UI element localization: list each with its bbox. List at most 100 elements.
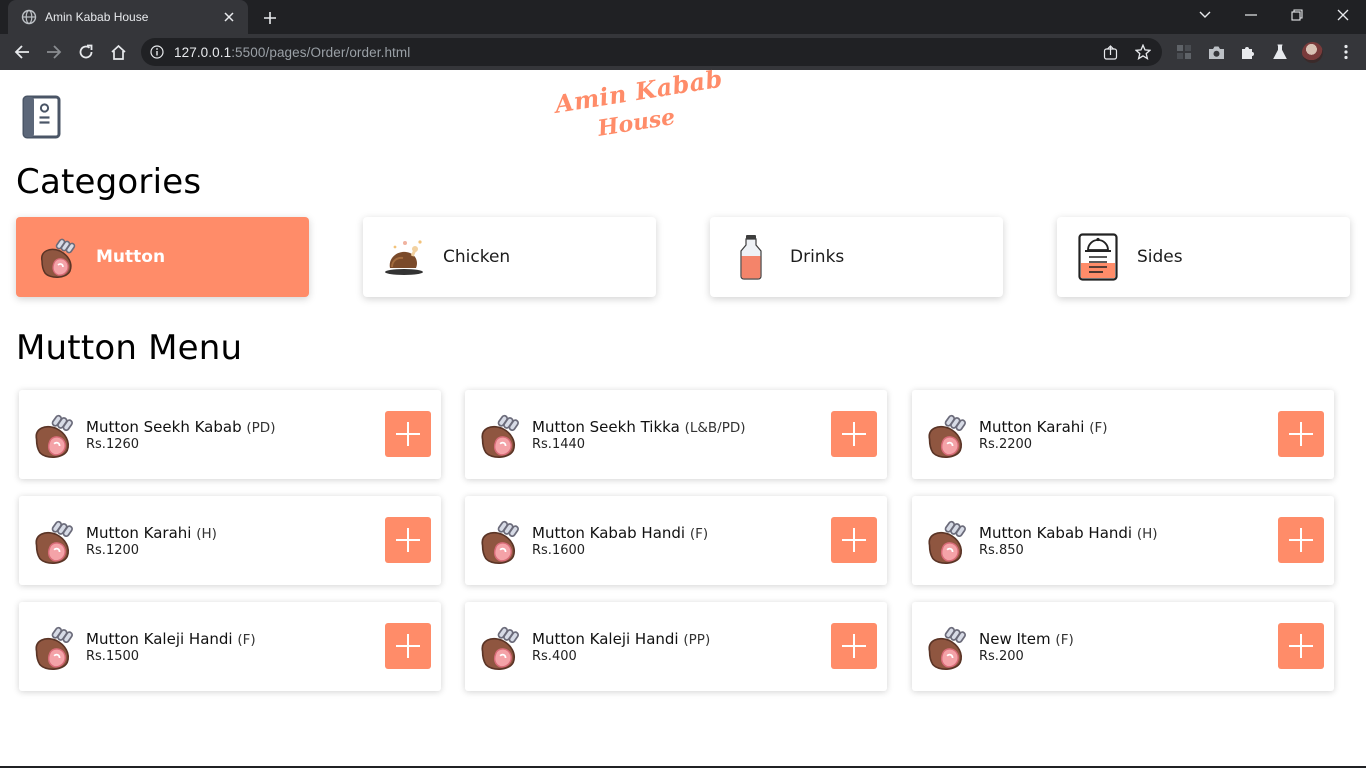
menu-item-name: Mutton Karahi (F)	[979, 418, 1108, 436]
minimize-window-icon[interactable]	[1236, 3, 1266, 27]
url-text: 127.0.0.1:5500/pages/Order/order.html	[174, 45, 410, 60]
menu-item-price: Rs.850	[979, 543, 1024, 558]
menu-item-price: Rs.1260	[86, 437, 140, 452]
menu-item-price: Rs.1500	[86, 649, 140, 664]
add-to-order-button[interactable]	[831, 411, 877, 457]
menu-heading: Mutton Menu	[16, 328, 243, 368]
menu-item-card: Mutton Kaleji Handi (PP) Rs.400	[465, 602, 887, 691]
reload-icon[interactable]	[73, 39, 99, 65]
tab-title: Amin Kabab House	[45, 10, 149, 24]
menu-item-price: Rs.400	[532, 649, 577, 664]
category-mutton[interactable]: Mutton	[16, 217, 309, 297]
menu-item-tag: (F)	[689, 526, 709, 542]
menu-item-card: Mutton Kabab Handi (H) Rs.850	[912, 496, 1334, 585]
chicken-icon	[381, 234, 427, 280]
kebab-menu-icon[interactable]	[1337, 43, 1355, 61]
menu-item-title: Mutton Kaleji Handi	[86, 630, 233, 648]
menu-item-name: Mutton Kabab Handi (H)	[979, 524, 1158, 542]
mutton-icon	[923, 622, 969, 672]
add-to-order-button[interactable]	[385, 517, 431, 563]
menu-item-price: Rs.200	[979, 649, 1024, 664]
mutton-icon	[34, 234, 80, 280]
mutton-icon	[476, 516, 522, 566]
mutton-icon	[476, 410, 522, 460]
plus-icon	[1289, 528, 1313, 552]
browser-tab[interactable]: Amin Kabab House	[8, 0, 248, 34]
browser-toolbar: 127.0.0.1:5500/pages/Order/order.html	[0, 34, 1366, 70]
plus-icon	[1289, 634, 1313, 658]
plus-icon	[396, 528, 420, 552]
mutton-icon	[30, 516, 76, 566]
category-drinks[interactable]: Drinks	[710, 217, 1003, 297]
plus-icon	[1289, 422, 1313, 446]
menu-item-tag: (H)	[196, 526, 217, 542]
category-label: Mutton	[96, 247, 166, 267]
address-bar[interactable]: 127.0.0.1:5500/pages/Order/order.html	[141, 38, 1162, 66]
extension-grid-icon[interactable]	[1175, 43, 1193, 61]
url-path: :5500/pages/Order/order.html	[231, 45, 411, 60]
tab-search-chevron-icon[interactable]	[1190, 3, 1220, 27]
category-label: Chicken	[443, 247, 511, 267]
profile-avatar[interactable]	[1302, 42, 1323, 63]
menu-item-name: Mutton Seekh Tikka (L&B/PD)	[532, 418, 746, 436]
menu-item-card: New Item (F) Rs.200	[912, 602, 1334, 691]
menu-item-tag: (F)	[1055, 632, 1074, 648]
share-icon[interactable]	[1102, 44, 1118, 60]
menu-item-card: Mutton Kabab Handi (F) Rs.1600	[465, 496, 887, 585]
menu-item-title: Mutton Kabab Handi	[979, 524, 1133, 542]
menu-item-card: Mutton Karahi (F) Rs.2200	[912, 390, 1334, 479]
menu-item-card: Mutton Karahi (H) Rs.1200	[19, 496, 441, 585]
browser-tab-strip: Amin Kabab House	[0, 0, 1366, 34]
categories-heading: Categories	[16, 162, 202, 202]
add-to-order-button[interactable]	[831, 623, 877, 669]
labs-flask-icon[interactable]	[1271, 43, 1289, 61]
mutton-icon	[923, 410, 969, 460]
menu-item-name: Mutton Kaleji Handi (PP)	[532, 630, 710, 648]
category-sides[interactable]: Sides	[1057, 217, 1350, 297]
category-chicken[interactable]: Chicken	[363, 217, 656, 297]
add-to-order-button[interactable]	[1278, 411, 1324, 457]
add-to-order-button[interactable]	[831, 517, 877, 563]
order-book-icon[interactable]	[22, 95, 61, 139]
menu-item-title: Mutton Seekh Kabab	[86, 418, 242, 436]
plus-icon	[842, 634, 866, 658]
menu-item-title: Mutton Seekh Tikka	[532, 418, 680, 436]
add-to-order-button[interactable]	[1278, 517, 1324, 563]
add-to-order-button[interactable]	[385, 623, 431, 669]
mutton-icon	[30, 622, 76, 672]
menu-item-card: Mutton Kaleji Handi (F) Rs.1500	[19, 602, 441, 691]
menu-item-card: Mutton Seekh Kabab (PD) Rs.1260	[19, 390, 441, 479]
site-info-icon[interactable]	[150, 45, 164, 59]
menu-item-name: Mutton Seekh Kabab (PD)	[86, 418, 275, 436]
menu-item-name: Mutton Karahi (H)	[86, 524, 217, 542]
home-icon[interactable]	[105, 39, 131, 65]
back-arrow-icon[interactable]	[9, 39, 35, 65]
menu-item-price: Rs.1600	[532, 543, 586, 558]
add-to-order-button[interactable]	[1278, 623, 1324, 669]
forward-arrow-icon[interactable]	[41, 39, 67, 65]
menu-item-price: Rs.1200	[86, 543, 140, 558]
mutton-icon	[476, 622, 522, 672]
plus-icon	[842, 528, 866, 552]
plus-icon	[842, 422, 866, 446]
extensions-puzzle-icon[interactable]	[1239, 43, 1257, 61]
category-label: Sides	[1137, 247, 1183, 267]
menu-item-title: Mutton Karahi	[86, 524, 192, 542]
sides-menu-icon	[1075, 233, 1121, 281]
brand-logo[interactable]: Amin Kabab House	[551, 64, 725, 148]
restore-window-icon[interactable]	[1282, 3, 1312, 27]
add-to-order-button[interactable]	[385, 411, 431, 457]
menu-item-tag: (H)	[1136, 526, 1158, 542]
camera-icon[interactable]	[1207, 43, 1225, 61]
globe-icon	[21, 9, 37, 25]
bookmark-star-icon[interactable]	[1135, 44, 1151, 60]
menu-item-title: New Item	[979, 630, 1051, 648]
close-window-icon[interactable]	[1328, 3, 1358, 27]
menu-item-name: Mutton Kabab Handi (F)	[532, 524, 708, 542]
mutton-icon	[923, 516, 969, 566]
new-tab-icon[interactable]	[258, 6, 282, 30]
menu-item-title: Mutton Karahi	[979, 418, 1085, 436]
menu-item-tag: (F)	[1089, 420, 1108, 436]
close-tab-icon[interactable]	[220, 8, 238, 26]
menu-item-name: Mutton Kaleji Handi (F)	[86, 630, 256, 648]
